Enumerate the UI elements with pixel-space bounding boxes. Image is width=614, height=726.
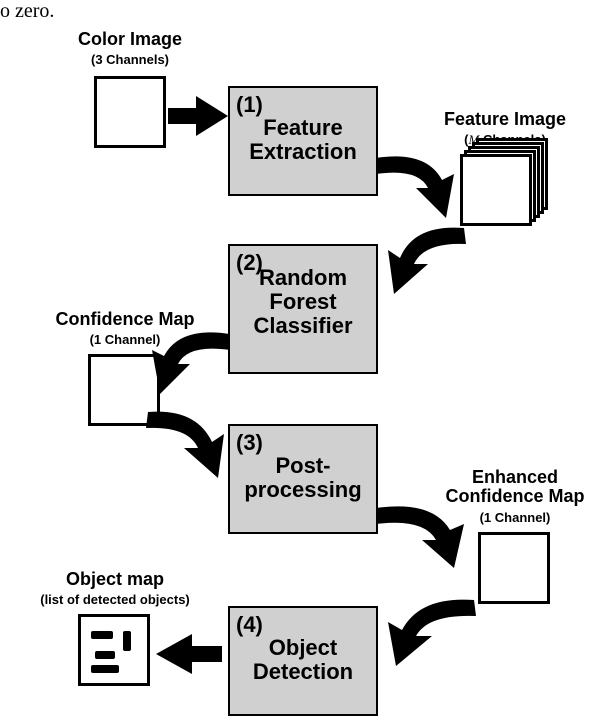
image-icon-enhanced-confidence-map xyxy=(478,532,550,604)
stage-label-line1: Post- xyxy=(276,453,331,478)
stage-number: (1) xyxy=(236,92,263,118)
stage-label-line2: Detection xyxy=(253,659,353,684)
io-sub-color-image: (3 Channels) xyxy=(60,52,200,67)
curved-arrow-icon xyxy=(376,500,476,580)
io-title-feature-image: Feature Image xyxy=(420,110,590,129)
io-title-object-map: Object map xyxy=(20,570,210,589)
stray-text: o zero. xyxy=(0,0,54,23)
stage-random-forest: (2) Random Forest Classifier xyxy=(228,244,378,374)
diagram-canvas: o zero. (1) Feature Extraction (2) Rando… xyxy=(0,0,614,726)
curved-arrow-icon xyxy=(140,326,230,406)
image-icon-color-image xyxy=(94,76,166,148)
curved-arrow-icon xyxy=(142,408,232,488)
image-icon-object-map xyxy=(78,614,150,686)
curved-arrow-icon xyxy=(380,596,480,676)
stage-label-line1: Feature xyxy=(263,115,342,140)
stage-object-detection: (4) Object Detection xyxy=(228,606,378,716)
object-blob-icon xyxy=(123,631,131,651)
stage-label-line3: Classifier xyxy=(253,313,352,338)
object-blob-icon xyxy=(91,631,113,639)
curved-arrow-icon xyxy=(376,150,466,230)
stage-number: (3) xyxy=(236,430,263,456)
arrow-left-icon xyxy=(156,634,222,674)
stage-label-line1: Object xyxy=(269,635,337,660)
object-blob-icon xyxy=(95,651,115,659)
stage-number: (4) xyxy=(236,612,263,638)
io-title-color-image: Color Image xyxy=(60,30,200,49)
io-sub-object-map: (list of detected objects) xyxy=(20,592,210,607)
stage-post-processing: (3) Post- processing xyxy=(228,424,378,534)
stage-label-line2: Forest xyxy=(269,289,336,314)
stage-label-line2: Extraction xyxy=(249,139,357,164)
object-blob-icon xyxy=(91,665,119,673)
stage-feature-extraction: (1) Feature Extraction xyxy=(228,86,378,196)
image-stack-icon-feature-image xyxy=(460,154,532,226)
stage-label-line2: processing xyxy=(244,477,361,502)
stage-label-line1: Random xyxy=(259,265,347,290)
arrow-right-icon xyxy=(168,96,228,136)
curved-arrow-icon xyxy=(380,224,470,304)
